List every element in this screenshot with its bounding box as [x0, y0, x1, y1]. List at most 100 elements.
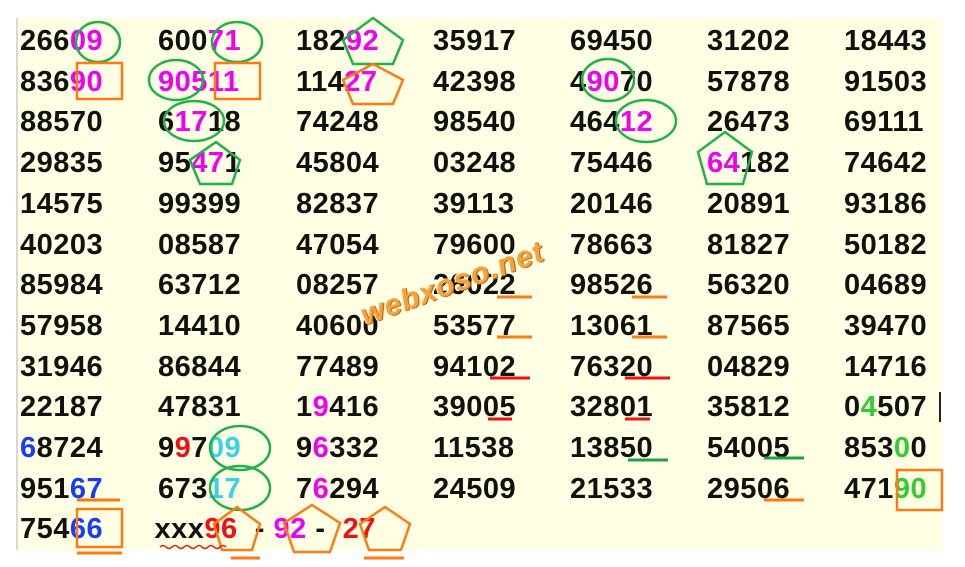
digit-group: 27 [342, 513, 376, 546]
number-cell: 13850 [570, 431, 653, 465]
digit-group: 0 [910, 432, 928, 464]
number-cell: 08587 [158, 228, 241, 262]
number-cell: 86844 [158, 350, 241, 384]
digit-group: 29506 [707, 472, 791, 505]
digit-group: 88570 [20, 106, 104, 139]
digit-group: 92 [345, 25, 380, 57]
number-cell: 69111 [844, 105, 924, 139]
digit-group: 45804 [296, 147, 380, 180]
number-cell: 57958 [20, 309, 103, 343]
digit-group: 82837 [296, 187, 380, 220]
number-cell: 26609 [20, 24, 103, 58]
digit-group: 86844 [158, 350, 242, 383]
digit-group: 64 [707, 147, 741, 180]
number-cell: 47831 [158, 390, 241, 424]
digit-group: 95 [158, 147, 192, 180]
digit-group: 7 [191, 432, 208, 464]
number-cell: 14410 [158, 309, 241, 343]
number-cell: 96332 [296, 431, 379, 465]
digit-group: 47054 [296, 228, 380, 261]
number-cell: 75446 [570, 146, 653, 180]
number-cell: 14716 [844, 350, 927, 384]
number-cell: 29835 [20, 146, 103, 180]
number-cell: 82837 [296, 187, 379, 221]
number-cell: 04507 [844, 390, 927, 424]
digit-group: 7 [296, 472, 313, 505]
digit-group: 85984 [20, 269, 104, 302]
digit-group: 12 [619, 106, 654, 139]
digit-group: 6 [20, 432, 37, 464]
digit-group: xxx [154, 513, 205, 546]
number-cell: 94102 [433, 350, 516, 384]
digit-group: 92 [273, 513, 307, 546]
digit-group: 6 [312, 472, 330, 505]
number-cell: 31202 [707, 24, 790, 58]
digit-group: 47 [191, 147, 225, 180]
number-cell: 57878 [707, 65, 790, 99]
number-cell: 42398 [433, 65, 516, 99]
digit-group: 754 [20, 513, 70, 546]
number-cell: 98540 [433, 105, 516, 139]
number-cell: 88570 [20, 105, 103, 139]
digit-group: 4 [570, 65, 587, 98]
digit-group: 67 [69, 472, 104, 505]
number-cell: 60071 [158, 24, 241, 58]
digit-group: 14716 [844, 350, 928, 383]
left-border [16, 18, 18, 550]
digit-group: 42398 [433, 65, 517, 98]
digit-group: 98540 [433, 106, 517, 139]
number-cell: 78663 [570, 228, 653, 262]
digit-group: 464 [570, 106, 620, 139]
digit-group: 11 [207, 65, 240, 98]
number-cell: 69450 [570, 24, 653, 58]
digit-group: 332 [329, 432, 380, 464]
number-cell: 85300 [844, 431, 927, 465]
digit-group: 1 [296, 391, 313, 424]
number-cell: 81827 [707, 228, 790, 262]
last-row: 75466 xxx96 - 92 - 27 [20, 512, 376, 546]
digit-group: 04829 [707, 350, 791, 383]
number-cell: 95167 [20, 472, 103, 506]
number-cell: 11538 [433, 431, 515, 465]
digit-group: 182 [296, 25, 346, 57]
number-cell: 20146 [570, 187, 653, 221]
number-cell: 98526 [570, 268, 653, 302]
number-cell: 68724 [20, 431, 103, 465]
number-cell: 11427 [296, 65, 378, 99]
digit-group: 54005 [707, 432, 791, 464]
digit-group: 69450 [570, 25, 654, 57]
digit-group: 8724 [36, 432, 104, 464]
digit-group: 471 [844, 472, 894, 505]
digit-group: 6 [158, 106, 175, 139]
digit-group: 57958 [20, 309, 104, 342]
number-cell: 91503 [844, 65, 927, 99]
digit-group: 50182 [844, 228, 928, 261]
digit-group: 98526 [570, 269, 654, 302]
number-cell: 87565 [707, 309, 790, 343]
digit-group: 77489 [296, 350, 380, 383]
digit-group: 9 [312, 391, 330, 424]
digit-group: 90 [893, 472, 928, 505]
digit-group: 69111 [844, 106, 924, 139]
digit-group: 20146 [570, 187, 654, 220]
number-cell: 95471 [158, 146, 241, 180]
number-cell: 61718 [158, 105, 241, 139]
digit-group: 81827 [707, 228, 791, 261]
number-cell: 77489 [296, 350, 379, 384]
number-cell: 47190 [844, 472, 927, 506]
digit-group: 93186 [844, 187, 928, 220]
digit-group: - [306, 513, 343, 546]
digit-group: 9 [174, 432, 192, 464]
digit-group: 507 [877, 391, 928, 424]
digit-group: 90 [69, 65, 104, 98]
digit-group: 40203 [20, 228, 104, 261]
digit-group: - [237, 513, 274, 546]
number-cell: 04689 [844, 268, 927, 302]
number-cell: 85984 [20, 268, 103, 302]
digit-group: 0 [844, 391, 861, 424]
number-cell: 47054 [296, 228, 379, 262]
digit-group: 0 [893, 432, 911, 464]
number-cell: 56320 [707, 268, 790, 302]
number-cell: 53577 [433, 309, 516, 343]
digit-group: 27 [344, 65, 378, 98]
